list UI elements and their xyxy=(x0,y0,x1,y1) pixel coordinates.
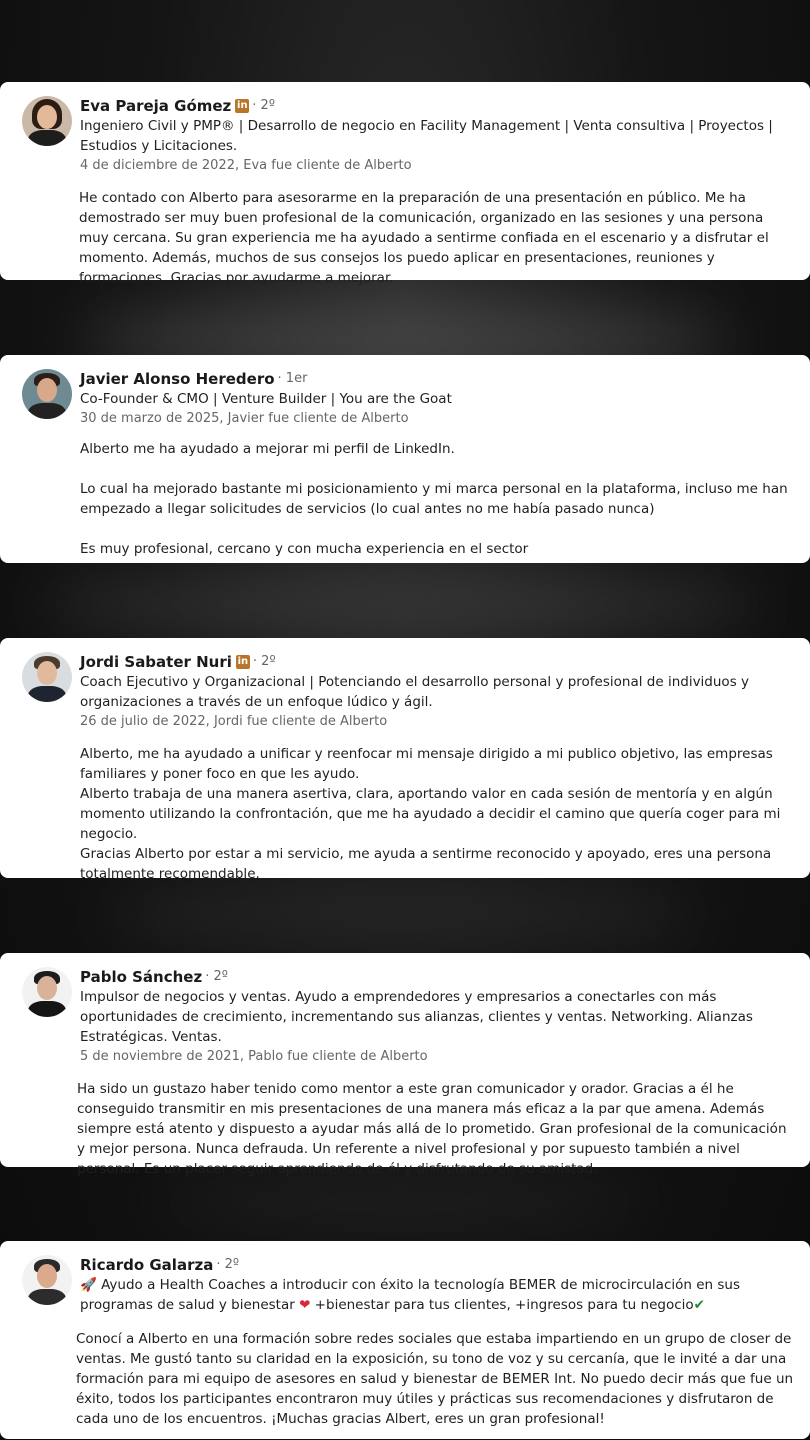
recommendation-card: Eva Pareja Gómez in · 2º Ingeniero Civil… xyxy=(0,82,810,286)
recommendation-card: Ricardo Galarza · 2º 🚀 Ayudo a Health Co… xyxy=(0,1241,810,1439)
recommendation-date: 4 de diciembre de 2022, Eva fue cliente … xyxy=(80,158,412,173)
avatar[interactable] xyxy=(22,652,72,702)
avatar[interactable] xyxy=(22,96,72,146)
headline-text: +bienestar para tus clientes, +ingresos … xyxy=(310,1297,694,1313)
avatar[interactable] xyxy=(22,967,72,1017)
recommendation-date: 26 de julio de 2022, Jordi fue cliente d… xyxy=(80,714,388,729)
avatar[interactable] xyxy=(22,1255,72,1305)
heart-icon: ❤ xyxy=(299,1297,311,1313)
recommendation-card: Jordi Sabater Nuri in · 2º Coach Ejecuti… xyxy=(0,638,810,882)
profile-name[interactable]: Ricardo Galarza xyxy=(80,1255,213,1275)
background-glow xyxy=(100,885,700,945)
profile-headline: Coach Ejecutivo y Organizacional | Poten… xyxy=(80,674,750,710)
connection-degree: · 2º xyxy=(252,98,275,113)
recommendation-text: Alberto, me ha ayudado a unificar y reen… xyxy=(80,746,781,882)
connection-degree: · 2º xyxy=(252,654,276,669)
recommendation-date: 5 de noviembre de 2021, Pablo fue client… xyxy=(80,1049,428,1064)
recommendation-card: Pablo Sánchez · 2º Impulsor de negocios … xyxy=(0,953,810,1177)
linkedin-icon: in xyxy=(235,99,250,113)
profile-name[interactable]: Jordi Sabater Nuri xyxy=(80,652,232,672)
recommendation-card: Javier Alonso Heredero · 1er Co-Founder … xyxy=(0,355,810,563)
profile-headline: 🚀 Ayudo a Health Coaches a introducir co… xyxy=(80,1275,794,1315)
connection-degree: · 2º xyxy=(205,969,228,984)
recommendation-text: Conocí a Alberto en una formación sobre … xyxy=(76,1331,794,1427)
connection-degree: · 1er xyxy=(277,371,308,386)
check-icon: ✔ xyxy=(693,1297,705,1313)
profile-headline: Impulsor de negocios y ventas. Ayudo a e… xyxy=(80,989,753,1045)
background-glow xyxy=(150,1175,650,1230)
linkedin-icon: in xyxy=(235,655,250,669)
recommendation-text: Ha sido un gustazo haber tenido como men… xyxy=(77,1081,787,1177)
recommendation-text: Alberto me ha ayudado a mejorar mi perfi… xyxy=(80,441,788,557)
profile-headline: Ingeniero Civil y PMP® | Desarrollo de n… xyxy=(80,118,773,154)
profile-name[interactable]: Pablo Sánchez xyxy=(80,967,202,987)
background-glow xyxy=(40,575,760,635)
recommendation-text: He contado con Alberto para asesorarme e… xyxy=(79,190,769,286)
recommendation-date: 30 de marzo de 2025, Javier fue cliente … xyxy=(80,411,409,426)
profile-name[interactable]: Javier Alonso Heredero xyxy=(80,369,275,389)
profile-headline: Co-Founder & CMO | Venture Builder | You… xyxy=(80,391,452,407)
connection-degree: · 2º xyxy=(216,1257,239,1272)
avatar[interactable] xyxy=(22,369,72,419)
profile-name[interactable]: Eva Pareja Gómez xyxy=(80,96,231,116)
